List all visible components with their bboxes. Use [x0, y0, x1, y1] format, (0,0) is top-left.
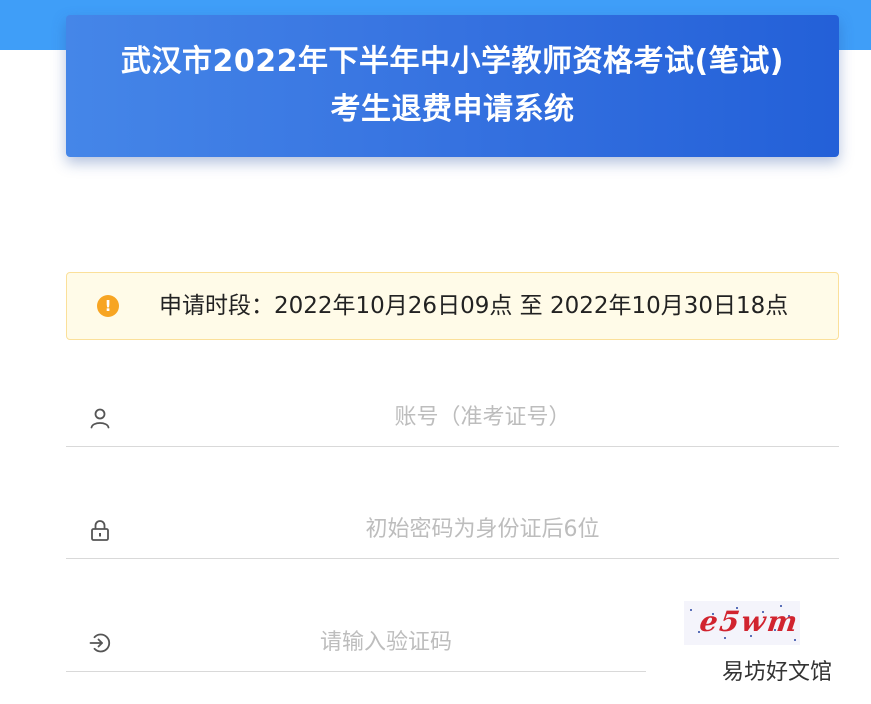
captcha-field — [66, 613, 646, 672]
page-title-line-2: 考生退费申请系统 — [330, 92, 575, 127]
page: 武汉市2022年下半年中小学教师资格考试(笔试) 考生退费申请系统 ! 申请时段… — [0, 0, 871, 704]
title-card: 武汉市2022年下半年中小学教师资格考试(笔试) 考生退费申请系统 — [66, 15, 839, 157]
notice-text: 申请时段：2022年10月26日09点 至 2022年10月30日18点 — [159, 293, 789, 319]
account-field — [66, 388, 839, 447]
user-icon — [90, 408, 110, 429]
password-field — [66, 500, 839, 559]
account-input[interactable] — [126, 394, 839, 440]
captcha-text: e5wm — [697, 605, 800, 638]
lock-icon — [91, 520, 109, 541]
application-period-notice: ! 申请时段：2022年10月26日09点 至 2022年10月30日18点 — [66, 272, 839, 340]
page-title-line-1: 武汉市2022年下半年中小学教师资格考试(笔试) — [121, 44, 784, 79]
watermark: 易坊好文馆 — [722, 660, 833, 685]
login-arrow-icon — [89, 633, 111, 653]
warning-circle-icon: ! — [97, 295, 119, 317]
password-input[interactable] — [126, 506, 839, 552]
captcha-input[interactable] — [126, 619, 646, 665]
captcha-image[interactable]: e5wm — [684, 601, 800, 645]
